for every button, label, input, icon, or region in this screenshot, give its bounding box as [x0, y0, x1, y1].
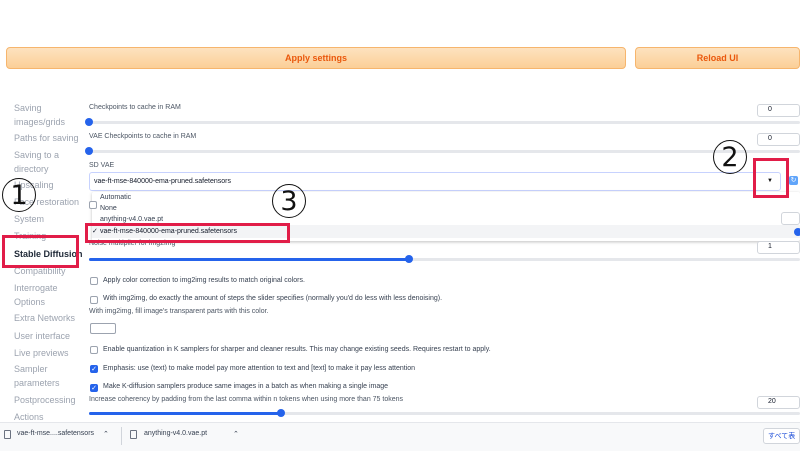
download-item-label: vae-ft-mse....safetensors: [17, 430, 95, 437]
highlight-stable-diffusion: [2, 235, 79, 268]
sd-vae-label: SD VAE: [89, 162, 115, 169]
partially-hidden-input[interactable]: [781, 212, 800, 225]
batch-cond-uncond-label: Make K-diffusion samplers produce same i…: [103, 383, 389, 390]
apply-settings-button[interactable]: Apply settings: [6, 47, 626, 69]
checkpoints-cache-input[interactable]: 0: [757, 104, 800, 117]
annotation-marker-3: 3: [272, 184, 306, 218]
sidebar-item-system[interactable]: System: [14, 212, 84, 226]
slider-thumb[interactable]: [404, 255, 413, 263]
download-item-2[interactable]: anything-v4.0.vae.pt ⌃: [130, 428, 245, 444]
slider-thumb[interactable]: [85, 147, 93, 155]
dropdown-option-none[interactable]: None: [92, 203, 800, 214]
color-correction-label: Apply color correction to img2img result…: [103, 277, 305, 284]
highlight-dropdown-button: [753, 158, 789, 198]
checkpoints-cache-slider[interactable]: [85, 118, 800, 126]
sd-vae-select[interactable]: vae-ft-mse-840000-ema-pruned.safetensors: [89, 172, 781, 191]
slider-fill: [89, 258, 409, 261]
refresh-icon[interactable]: ↻: [789, 176, 798, 185]
comma-padding-slider[interactable]: [89, 409, 800, 417]
sidebar-item-postprocessing[interactable]: Postprocessing: [14, 393, 84, 407]
highlight-selected-vae: [85, 223, 290, 243]
sidebar-item-saving-images[interactable]: Saving images/grids: [14, 101, 84, 129]
exact-steps-label: With img2img, do exactly the amount of s…: [103, 295, 443, 302]
file-icon: [4, 430, 11, 439]
emphasis-checkbox[interactable]: ✓: [90, 365, 98, 373]
vae-checkpoints-cache-input[interactable]: 0: [757, 133, 800, 146]
emphasis-label: Emphasis: use (text) to make model pay m…: [103, 365, 416, 372]
color-correction-checkbox[interactable]: [90, 277, 98, 285]
chevron-up-icon[interactable]: ⌃: [103, 430, 109, 438]
checkpoints-cache-label: Checkpoints to cache in RAM: [89, 104, 181, 111]
sidebar-item-saving-directory[interactable]: Saving to a directory: [14, 148, 84, 176]
noise-multiplier-slider[interactable]: [89, 255, 800, 263]
comma-padding-input[interactable]: 20: [757, 396, 800, 409]
quantization-label: Enable quantization in K samplers for sh…: [103, 346, 491, 353]
sidebar-item-extra-networks[interactable]: Extra Networks: [14, 311, 84, 325]
quantization-checkbox[interactable]: [90, 346, 98, 354]
show-all-downloads-button[interactable]: すべて表: [763, 428, 800, 444]
download-item-1[interactable]: vae-ft-mse....safetensors ⌃: [4, 428, 114, 444]
partially-hidden-checkbox[interactable]: [89, 201, 97, 209]
batch-cond-uncond-checkbox[interactable]: ✓: [90, 384, 98, 392]
transparent-fill-color-picker[interactable]: [90, 323, 116, 334]
chevron-up-icon[interactable]: ⌃: [233, 430, 239, 438]
annotation-marker-1: 1: [2, 178, 36, 212]
reload-ui-button[interactable]: Reload UI: [635, 47, 800, 69]
download-bar: vae-ft-mse....safetensors ⌃ anything-v4.…: [0, 422, 800, 451]
transparent-fill-label: With img2img, fill image's transparent p…: [89, 308, 269, 315]
comma-padding-label: Increase coherency by padding from the l…: [89, 396, 404, 403]
slider-fill: [89, 412, 281, 415]
exact-steps-checkbox[interactable]: [90, 296, 98, 304]
sidebar-item-live-previews[interactable]: Live previews: [14, 346, 84, 360]
vae-checkpoints-cache-label: VAE Checkpoints to cache in RAM: [89, 133, 197, 140]
file-icon: [130, 430, 137, 439]
slider-thumb[interactable]: [276, 409, 285, 417]
sidebar-item-interrogate-options[interactable]: Interrogate Options: [14, 281, 84, 309]
partially-hidden-slider-thumb[interactable]: [794, 228, 800, 236]
noise-multiplier-input[interactable]: 1: [757, 241, 800, 254]
download-item-label: anything-v4.0.vae.pt: [144, 430, 208, 437]
annotation-marker-2: 2: [713, 140, 747, 174]
download-divider: [121, 427, 122, 445]
sidebar-item-paths-for-saving[interactable]: Paths for saving: [14, 131, 84, 145]
vae-checkpoints-cache-slider[interactable]: [85, 147, 800, 155]
dropdown-option-automatic[interactable]: Automatic: [92, 192, 800, 203]
sidebar-item-user-interface[interactable]: User interface: [14, 329, 84, 343]
sidebar-item-sampler-parameters[interactable]: Sampler parameters: [14, 362, 84, 390]
slider-thumb[interactable]: [85, 118, 93, 126]
